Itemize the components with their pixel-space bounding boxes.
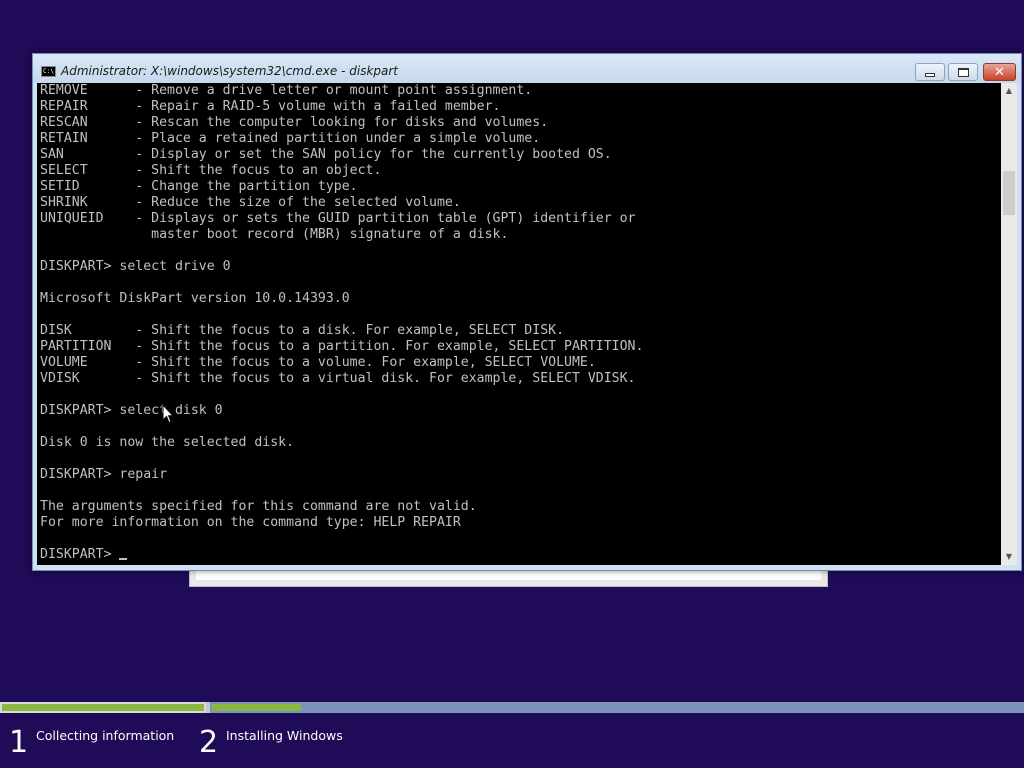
progress-fill-installing (212, 704, 301, 711)
title-bar[interactable]: C:\ Administrator: X:\windows\system32\c… (33, 54, 1021, 83)
step-number: 2 (199, 725, 219, 760)
maximize-button[interactable] (948, 63, 978, 81)
console-line: master boot record (MBR) signature of a … (151, 227, 509, 242)
console-line: VDISK - Shift the focus to a virtual dis… (40, 371, 636, 386)
console-line: SAN - Display or set the SAN policy for … (40, 147, 612, 162)
vertical-scrollbar[interactable]: ▲ ▼ (1001, 83, 1017, 565)
console-line: Disk 0 is now the selected disk. (40, 435, 295, 450)
cmd-icon: C:\ (41, 66, 56, 77)
close-button[interactable]: ✕ (983, 63, 1016, 81)
console-line: SELECT - Shift the focus to an object. (40, 163, 382, 178)
mouse-pointer-icon (162, 404, 174, 424)
console-prompt: DISKPART> (40, 547, 120, 562)
text-cursor (119, 558, 128, 560)
console-lines: REMOVE - Remove a drive letter or mount … (40, 83, 643, 530)
console-line: RETAIN - Place a retained partition unde… (40, 131, 541, 146)
progress-segment-installing (210, 702, 1024, 713)
cmd-window[interactable]: C:\ Administrator: X:\windows\system32\c… (32, 53, 1022, 571)
progress-fill-collecting (2, 704, 204, 711)
console-line: VOLUME - Shift the focus to a volume. Fo… (40, 355, 596, 370)
minimize-button[interactable] (915, 63, 945, 81)
console-line: UNIQUEID - Displays or sets the GUID par… (40, 211, 636, 226)
console-line: PARTITION - Shift the focus to a partiti… (40, 339, 644, 354)
scroll-down-arrow-icon[interactable]: ▼ (1001, 549, 1017, 565)
window-title: Administrator: X:\windows\system32\cmd.e… (61, 64, 399, 78)
console-line: REMOVE - Remove a drive letter or mount … (40, 83, 533, 98)
console-line: DISKPART> select drive 0 (40, 259, 231, 274)
console-line: SETID - Change the partition type. (40, 179, 358, 194)
console-line: REPAIR - Repair a RAID-5 volume with a f… (40, 99, 501, 114)
maximize-icon (957, 67, 969, 77)
scrollbar-thumb[interactable] (1003, 171, 1015, 215)
console-text: REMOVE - Remove a drive letter or mount … (37, 83, 1001, 563)
console-line: RESCAN - Rescan the computer looking for… (40, 115, 549, 130)
step-label: Collecting information (36, 728, 175, 743)
console-line: For more information on the command type… (40, 515, 461, 530)
scroll-up-arrow-icon[interactable]: ▲ (1001, 83, 1017, 99)
console-output[interactable]: REMOVE - Remove a drive letter or mount … (37, 83, 1001, 565)
console-line: SHRINK - Reduce the size of the selected… (40, 195, 461, 210)
console-line: Microsoft DiskPart version 10.0.14393.0 (40, 291, 350, 306)
step-label: Installing Windows (226, 728, 343, 743)
console-line: DISKPART> repair (40, 467, 168, 482)
console-line: DISK - Shift the focus to a disk. For ex… (40, 323, 565, 338)
step-number: 1 (9, 725, 29, 760)
setup-progress-bar (0, 702, 1024, 713)
minimize-icon (925, 73, 935, 77)
console-line: The arguments specified for this command… (40, 499, 477, 514)
console-line: DISKPART> select disk 0 (40, 403, 223, 418)
progress-segment-collecting (0, 702, 206, 713)
close-icon: ✕ (994, 64, 1005, 80)
